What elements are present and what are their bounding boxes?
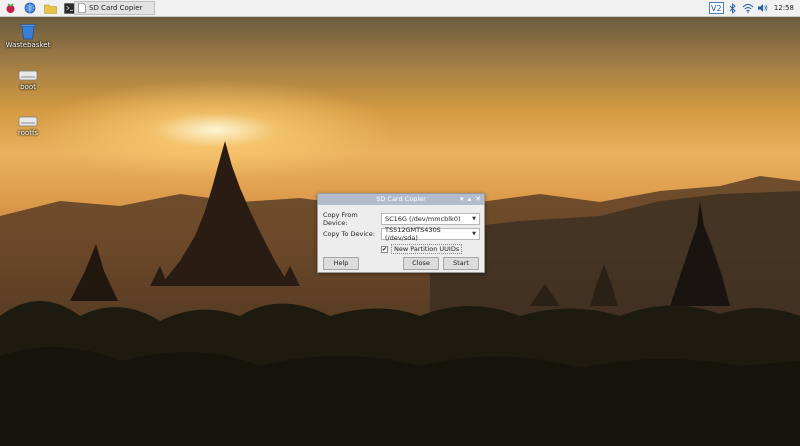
drive-icon — [18, 116, 38, 127]
folder-icon[interactable] — [42, 0, 58, 16]
copy-from-value: SC16G (/dev/mmcblk0) — [385, 215, 461, 223]
top-panel: SD Card Copier V2 12:58 — [0, 0, 800, 17]
close-button[interactable]: Close — [403, 257, 439, 270]
wifi-icon[interactable] — [740, 0, 756, 16]
vnc-icon[interactable]: V2 — [708, 0, 726, 16]
new-uuids-checkbox[interactable]: ✔ — [381, 245, 388, 253]
system-tray: V2 12:58 — [708, 0, 800, 16]
document-icon — [78, 3, 86, 13]
desktop-icon-label: Wastebasket — [5, 41, 51, 49]
dialog-titlebar[interactable]: SD Card Copier ▾ ▴ ✕ — [318, 194, 484, 205]
copy-to-label: Copy To Device: — [323, 230, 375, 238]
help-button[interactable]: Help — [323, 257, 359, 270]
desktop-icon-boot[interactable]: boot — [0, 68, 56, 91]
copy-from-row: Copy From Device: SC16G (/dev/mmcblk0) ▼ — [323, 211, 480, 227]
chevron-down-icon: ▼ — [472, 231, 476, 237]
copy-to-dropdown[interactable]: TS512GMTS430S (/dev/sda) ▼ — [381, 226, 480, 242]
trash-icon — [20, 24, 36, 40]
copy-to-value: TS512GMTS430S (/dev/sda) — [385, 226, 441, 242]
taskbar-window-label: SD Card Copier — [89, 4, 143, 12]
volume-icon[interactable] — [756, 0, 770, 16]
clock[interactable]: 12:58 — [770, 0, 800, 16]
dialog-title: SD Card Copier — [376, 195, 426, 203]
copy-from-dropdown[interactable]: SC16G (/dev/mmcblk0) ▼ — [381, 213, 480, 225]
minimize-icon[interactable]: ▾ — [460, 194, 464, 205]
close-icon[interactable]: ✕ — [475, 194, 481, 205]
desktop-icon-label: rootfs — [17, 129, 39, 137]
desktop-icon-rootfs[interactable]: rootfs — [0, 114, 56, 137]
new-uuids-row: ✔ New Partition UUIDs — [381, 244, 463, 254]
new-uuids-label[interactable]: New Partition UUIDs — [391, 244, 463, 254]
desktop-icon-wastebasket[interactable]: Wastebasket — [0, 22, 56, 49]
chevron-down-icon: ▼ — [472, 216, 476, 222]
raspberry-menu-icon[interactable] — [2, 0, 18, 16]
copy-from-label: Copy From Device: — [323, 211, 358, 227]
taskbar-window-sd-card-copier[interactable]: SD Card Copier — [74, 1, 155, 15]
globe-icon[interactable] — [22, 0, 38, 16]
start-button[interactable]: Start — [443, 257, 479, 270]
svg-text:V2: V2 — [711, 4, 722, 13]
sd-card-copier-dialog: SD Card Copier ▾ ▴ ✕ Copy From Device: S… — [317, 193, 485, 273]
bluetooth-icon[interactable] — [726, 0, 740, 16]
maximize-icon[interactable]: ▴ — [468, 194, 472, 205]
copy-to-row: Copy To Device: TS512GMTS430S (/dev/sda)… — [323, 226, 480, 242]
desktop-icon-label: boot — [20, 83, 36, 91]
drive-icon — [18, 70, 38, 81]
